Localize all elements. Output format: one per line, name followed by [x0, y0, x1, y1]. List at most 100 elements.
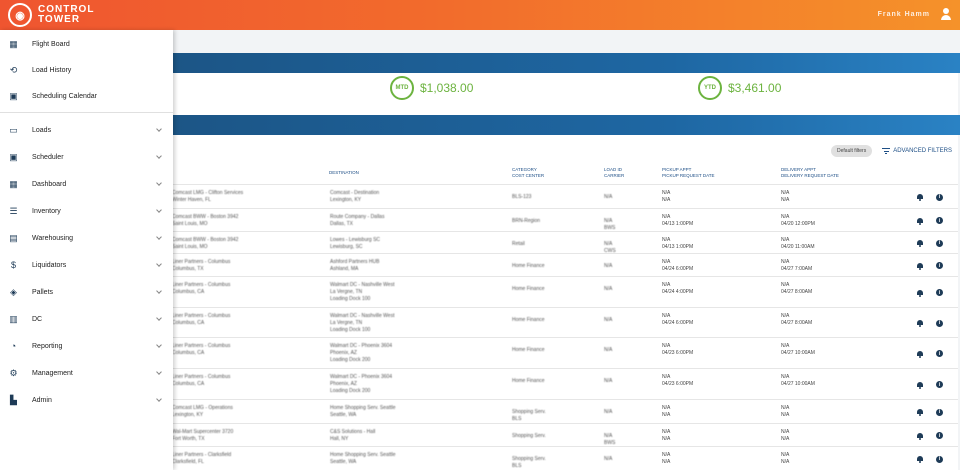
- sidebar-item-dashboard[interactable]: ▦ Dashboard: [0, 174, 173, 194]
- bell-icon[interactable]: [917, 350, 923, 358]
- advanced-filters-button[interactable]: ADVANCED FILTERS: [882, 148, 952, 154]
- delivery-request-date: 04/27 8:00AM: [781, 320, 813, 326]
- pickup-appt: N/A: [662, 313, 671, 319]
- sidebar-item-label: Scheduling Calendar: [32, 92, 97, 100]
- dashboard-icon: ▦: [9, 38, 18, 49]
- info-icon[interactable]: i: [936, 239, 943, 247]
- bell-icon[interactable]: [917, 262, 923, 270]
- kpi-ytd: YTD $3,461.00: [698, 76, 781, 100]
- load-id-value: N/A: [604, 286, 613, 292]
- delivery-appt: N/A: [781, 405, 790, 411]
- sidebar-item-reporting[interactable]: ◔ Reporting: [0, 336, 173, 356]
- sidebar-item-scheduler[interactable]: ▣ Scheduler: [0, 147, 173, 167]
- destination-city: Ashland, MA: [330, 266, 359, 272]
- default-filters-chip[interactable]: Default filters: [831, 145, 873, 157]
- info-icon[interactable]: i: [936, 262, 943, 269]
- pickup-request-date: 04/13 1:00PM: [662, 244, 694, 250]
- origin-city: Clarksfield, FL: [172, 459, 204, 465]
- info-icon[interactable]: i: [936, 319, 943, 327]
- bell-icon[interactable]: [917, 240, 923, 247]
- sidebar-item-label: Warehousing: [32, 234, 73, 242]
- sidebar-item-label: Management: [32, 369, 73, 377]
- info-icon[interactable]: i: [936, 455, 943, 463]
- cost-center-value: BLS: [512, 463, 522, 469]
- bell-icon[interactable]: [917, 456, 923, 463]
- account-icon[interactable]: [940, 8, 952, 20]
- info-icon[interactable]: i: [936, 432, 943, 439]
- destination-city: Hall, NY: [330, 436, 349, 442]
- delivery-appt: N/A: [781, 282, 790, 288]
- bell-icon[interactable]: [917, 217, 923, 225]
- sidebar-item-liquidators[interactable]: $ Liquidators: [0, 255, 173, 275]
- filter-icon: [882, 148, 891, 154]
- sidebar-item-admin[interactable]: ▙ Admin: [0, 390, 173, 410]
- delivery-appt: N/A: [781, 237, 790, 243]
- info-icon[interactable]: i: [936, 193, 943, 201]
- col-destination[interactable]: DESTINATION: [329, 170, 359, 176]
- bus-icon: ▭: [9, 124, 18, 135]
- dollar-icon: $: [10, 259, 16, 270]
- app-logo[interactable]: ◉ CONTROL TOWER: [8, 3, 94, 27]
- load-id-value: N/A: [604, 456, 613, 462]
- pickup-request-date: 04/24 6:00PM: [662, 266, 694, 272]
- load-id-value: N/A: [604, 433, 613, 439]
- col-delivery[interactable]: DELIVERY APPT DELIVERY REQUEST DATE: [781, 167, 839, 179]
- pickup-appt: N/A: [662, 374, 671, 380]
- bell-icon[interactable]: [917, 289, 923, 297]
- chevron-down-icon: [156, 207, 162, 213]
- sidebar-item-label: Scheduler: [32, 153, 64, 161]
- origin-name: Liner Partners - Columbus: [172, 282, 231, 288]
- sidebar-item-pallets[interactable]: ◈ Pallets: [0, 282, 173, 302]
- tower-logo-icon: ◉: [8, 3, 32, 27]
- sidebar-item-warehousing[interactable]: ▤ Warehousing: [0, 228, 173, 248]
- sidebar-item-label: Reporting: [32, 342, 63, 350]
- load-id-value: N/A: [604, 347, 613, 353]
- info-icon[interactable]: i: [936, 217, 943, 224]
- delivery-appt: N/A: [781, 374, 790, 380]
- category-value: Shopping Serv.: [512, 409, 546, 415]
- sidebar-item-flight-board[interactable]: ▦ Flight Board: [0, 34, 173, 54]
- info-icon[interactable]: i: [936, 350, 943, 357]
- sidebar-item-label: Flight Board: [32, 40, 70, 48]
- bell-icon[interactable]: [917, 432, 923, 440]
- destination-city: Phoenix, AZ: [330, 350, 357, 356]
- sidebar-item-scheduling-calendar[interactable]: ▣ Scheduling Calendar: [0, 86, 173, 106]
- bell-icon[interactable]: [917, 381, 923, 389]
- pickup-request-date: N/A: [662, 436, 671, 442]
- destination-name: Lowes - Lewisburg SC: [330, 237, 381, 243]
- pickup-appt: N/A: [662, 282, 671, 288]
- load-id-value: N/A: [604, 263, 613, 269]
- sidebar-item-management[interactable]: ⚙ Management: [0, 363, 173, 383]
- bell-icon[interactable]: [917, 194, 923, 201]
- col-pickup[interactable]: PICKUP APPT PICKUP REQUEST DATE: [662, 167, 715, 179]
- sidebar-item-dc[interactable]: ▥ DC: [0, 309, 173, 329]
- chevron-down-icon: [156, 342, 162, 348]
- assignment-icon: ▤: [9, 232, 18, 243]
- origin-name: Liner Partners - Columbus: [172, 343, 231, 349]
- info-icon[interactable]: i: [936, 381, 943, 388]
- info-icon[interactable]: i: [936, 289, 943, 296]
- destination-name: Walmart DC - Phoenix 3604: [330, 374, 393, 380]
- pickup-request-date: N/A: [662, 412, 671, 418]
- bell-icon[interactable]: [917, 409, 923, 416]
- col-load-id[interactable]: LOAD ID CARRIER: [604, 167, 624, 179]
- bell-icon[interactable]: [917, 320, 923, 327]
- pickup-request-date: 04/24 6:00PM: [662, 320, 694, 326]
- sidebar-item-inventory[interactable]: ☰ Inventory: [0, 201, 173, 221]
- destination-city: Dallas, TX: [330, 221, 353, 227]
- destination-city: Lexington, KY: [330, 197, 362, 203]
- destination-dock: Loading Dock 100: [330, 327, 371, 333]
- delivery-appt: N/A: [781, 429, 790, 435]
- pickup-request-date: 04/23 6:00PM: [662, 350, 694, 356]
- chevron-down-icon: [156, 126, 162, 132]
- pickup-appt: N/A: [662, 190, 671, 196]
- pickup-appt: N/A: [662, 429, 671, 435]
- delivery-request-date: 04/27 10:00AM: [781, 381, 815, 387]
- sidebar-item-loads[interactable]: ▭ Loads: [0, 120, 173, 140]
- sidebar-item-load-history[interactable]: ⟲ Load History: [0, 60, 173, 80]
- sidebar-item-label: Pallets: [32, 288, 54, 296]
- info-icon[interactable]: i: [936, 408, 943, 416]
- col-category[interactable]: CATEGORY COST CENTER: [512, 167, 544, 179]
- kpi-badge: MTD: [390, 76, 414, 100]
- category-value: Retail: [512, 241, 525, 247]
